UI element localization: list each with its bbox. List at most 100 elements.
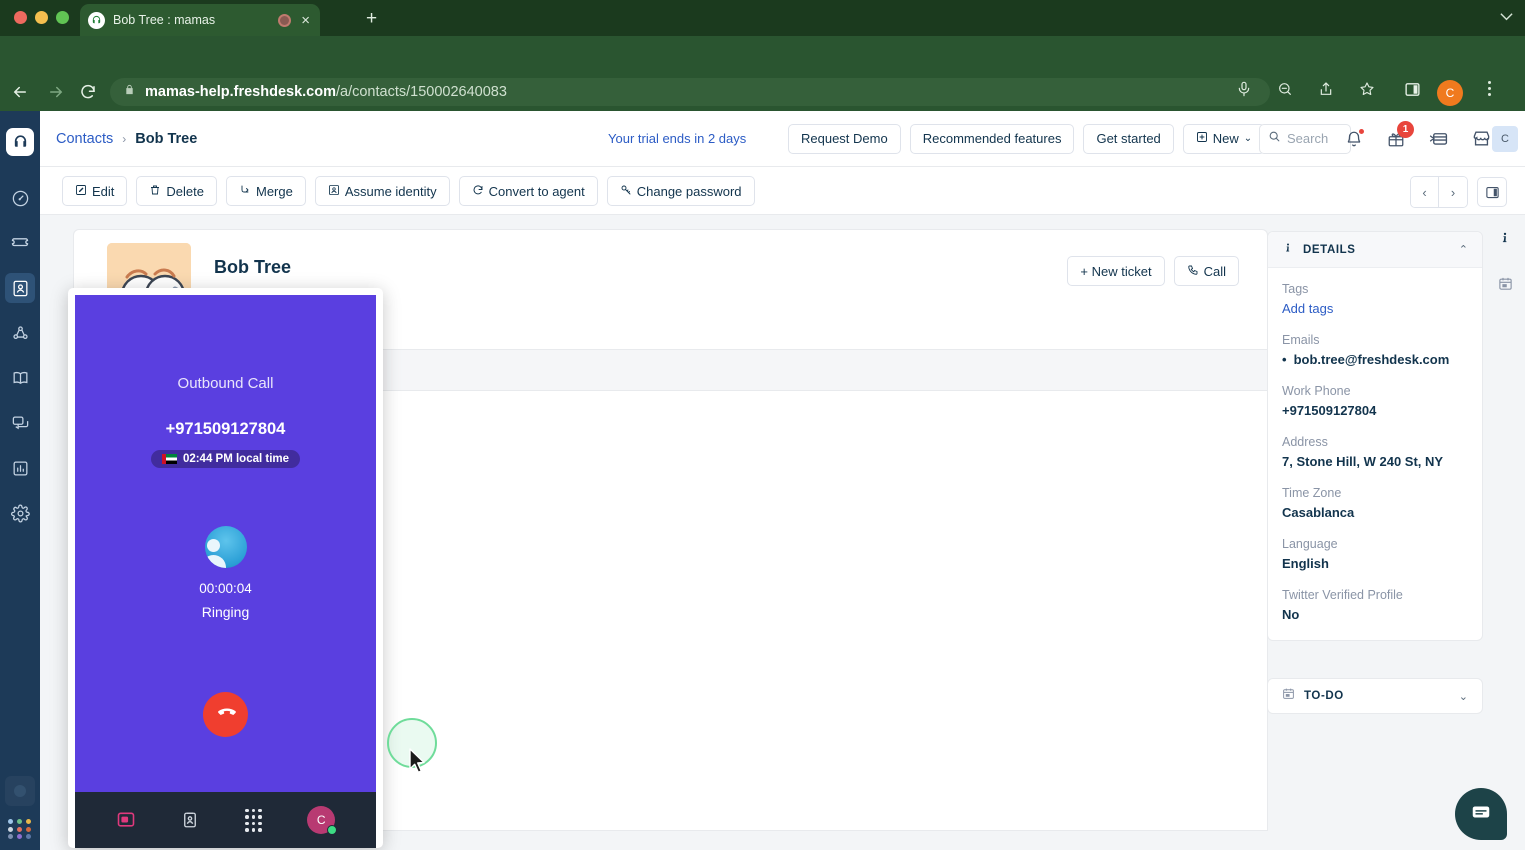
call-button-label: Call — [1203, 263, 1226, 279]
trial-notice[interactable]: Your trial ends in 2 days — [608, 131, 746, 146]
previous-record-button[interactable]: ‹ — [1411, 177, 1439, 207]
change-password-button[interactable]: Change password — [606, 176, 755, 206]
add-tags-link[interactable]: Add tags — [1282, 301, 1468, 316]
details-panel-header[interactable]: DETAILS ⌃ — [1268, 232, 1482, 268]
assume-identity-button-label: Assume identity — [344, 183, 437, 199]
details-panel-body: Tags Add tags Emails bob.tree@freshdesk.… — [1268, 268, 1482, 640]
gift-icon[interactable]: 1 — [1387, 120, 1414, 148]
maximize-window-button[interactable] — [56, 11, 69, 24]
sidebar-item-tickets[interactable] — [5, 228, 35, 258]
call-phone-number: +971509127804 — [165, 420, 286, 438]
close-tab-button[interactable]: × — [299, 13, 312, 28]
window-traffic-lights — [14, 11, 69, 24]
todo-panel-title: TO-DO — [1304, 690, 1344, 702]
new-ticket-button[interactable]: + New ticket — [1067, 256, 1165, 286]
mic-icon[interactable] — [1236, 81, 1252, 102]
info-icon[interactable] — [1498, 231, 1512, 250]
page-title: Bob Tree — [214, 257, 292, 277]
field-value-emails: bob.tree@freshdesk.com — [1282, 352, 1468, 367]
share-icon[interactable] — [1318, 81, 1334, 102]
forward-button[interactable] — [44, 80, 68, 104]
tab-recording-indicator-icon — [278, 13, 292, 27]
notification-dot-badge — [1358, 127, 1365, 135]
back-button[interactable] — [8, 80, 32, 104]
change-password-button-label: Change password — [636, 183, 742, 199]
new-button[interactable]: New ⌄ — [1182, 123, 1266, 154]
edit-button[interactable]: Edit — [62, 176, 128, 206]
new-tab-button[interactable]: + — [366, 9, 377, 28]
plus-square-icon — [1196, 131, 1208, 146]
browser-tab[interactable]: Bob Tree : mamas × — [80, 4, 320, 36]
request-demo-button[interactable]: Request Demo — [788, 123, 901, 154]
sidebar-item-solutions[interactable] — [5, 363, 35, 393]
kebab-menu-icon[interactable] — [1488, 81, 1491, 96]
info-icon — [1282, 241, 1294, 259]
call-dialog-body: Outbound Call +971509127804 02:44 PM loc… — [75, 295, 376, 848]
merge-button-label: Merge — [255, 183, 293, 199]
sidebar-item-dashboard[interactable] — [5, 183, 35, 213]
todo-panel[interactable]: TO-DO ⌄ — [1267, 678, 1483, 714]
chevron-down-icon: ⌄ — [1243, 133, 1253, 144]
app-switcher-icon[interactable] — [8, 819, 32, 839]
sidebar-item-social[interactable] — [5, 318, 35, 348]
freshdesk-favicon-icon — [88, 11, 105, 29]
address-bar[interactable]: mamas-help.freshdesk.com/a/contacts/1500… — [110, 78, 1270, 106]
convert-to-agent-button-label: Convert to agent — [488, 183, 585, 199]
toggle-details-panel-button[interactable] — [1477, 177, 1507, 207]
calendar-icon[interactable] — [1498, 276, 1513, 296]
whats-new-icon[interactable] — [1429, 129, 1448, 148]
contact-card-icon[interactable] — [181, 811, 199, 829]
dialpad-icon[interactable] — [245, 808, 262, 832]
sidebar-item-freddy-ai[interactable] — [5, 776, 35, 806]
merge-button[interactable]: Merge — [225, 176, 306, 206]
breadcrumb-separator: › — [122, 131, 127, 146]
browser-toolbar: mamas-help.freshdesk.com/a/contacts/1500… — [0, 36, 1525, 111]
outbound-call-dialog: Outbound Call +971509127804 02:44 PM loc… — [68, 288, 383, 848]
sidebar-item-settings[interactable] — [5, 498, 35, 528]
user-avatar[interactable]: C — [1492, 125, 1518, 152]
assume-identity-button[interactable]: Assume identity — [314, 176, 450, 206]
chevron-down-icon[interactable] — [1500, 9, 1513, 24]
get-started-button[interactable]: Get started — [1083, 123, 1174, 154]
freshdesk-logo-icon — [6, 128, 34, 156]
convert-to-agent-button[interactable]: Convert to agent — [458, 176, 598, 206]
recommended-features-button[interactable]: Recommended features — [909, 123, 1075, 154]
call-type-label: Outbound Call — [177, 375, 274, 392]
record-pager: ‹ › — [1410, 176, 1468, 208]
phone-panel-icon[interactable] — [116, 810, 136, 830]
new-button-label: New — [1212, 131, 1239, 146]
marketplace-icon[interactable] — [1472, 129, 1491, 148]
search-input[interactable]: Search — [1259, 123, 1351, 154]
notifications-bell-icon[interactable] — [1345, 127, 1365, 148]
app-sidebar — [0, 111, 40, 850]
browser-profile-avatar[interactable]: C — [1437, 80, 1463, 106]
agent-initial: C — [316, 813, 326, 827]
header-icon-group: 1 — [1345, 120, 1491, 148]
app-header: Contacts › Bob Tree Your trial ends in 2… — [40, 111, 1525, 167]
support-chat-button[interactable] — [1455, 788, 1507, 840]
side-panel-icon[interactable] — [1404, 81, 1421, 103]
close-window-button[interactable] — [14, 11, 27, 24]
reload-button[interactable] — [76, 80, 100, 104]
zoom-out-icon[interactable] — [1277, 81, 1293, 102]
call-button[interactable]: Call — [1173, 256, 1239, 286]
field-label-tags: Tags — [1282, 282, 1309, 296]
sidebar-item-forums[interactable] — [5, 408, 35, 438]
minimize-window-button[interactable] — [35, 11, 48, 24]
field-label-twitter-verified: Twitter Verified Profile — [1282, 588, 1403, 602]
field-label-language: Language — [1282, 537, 1338, 551]
call-local-time-badge: 02:44 PM local time — [150, 450, 301, 468]
breadcrumb-contacts-link[interactable]: Contacts — [56, 131, 113, 147]
trash-icon — [149, 184, 161, 199]
gift-count-badge: 1 — [1397, 120, 1414, 138]
delete-button[interactable]: Delete — [136, 176, 217, 206]
field-label-time-zone: Time Zone — [1282, 486, 1342, 500]
chat-icon — [1470, 801, 1492, 828]
next-record-button[interactable]: › — [1439, 177, 1467, 207]
bookmark-star-icon[interactable] — [1359, 81, 1375, 102]
agent-status-avatar[interactable]: C — [307, 806, 338, 835]
hangup-button[interactable] — [203, 692, 248, 737]
sidebar-item-contacts[interactable] — [5, 273, 35, 303]
sidebar-item-analytics[interactable] — [5, 453, 35, 483]
toolbar-buttons: Edit Delete Merge Assume identity Conver… — [62, 176, 755, 206]
